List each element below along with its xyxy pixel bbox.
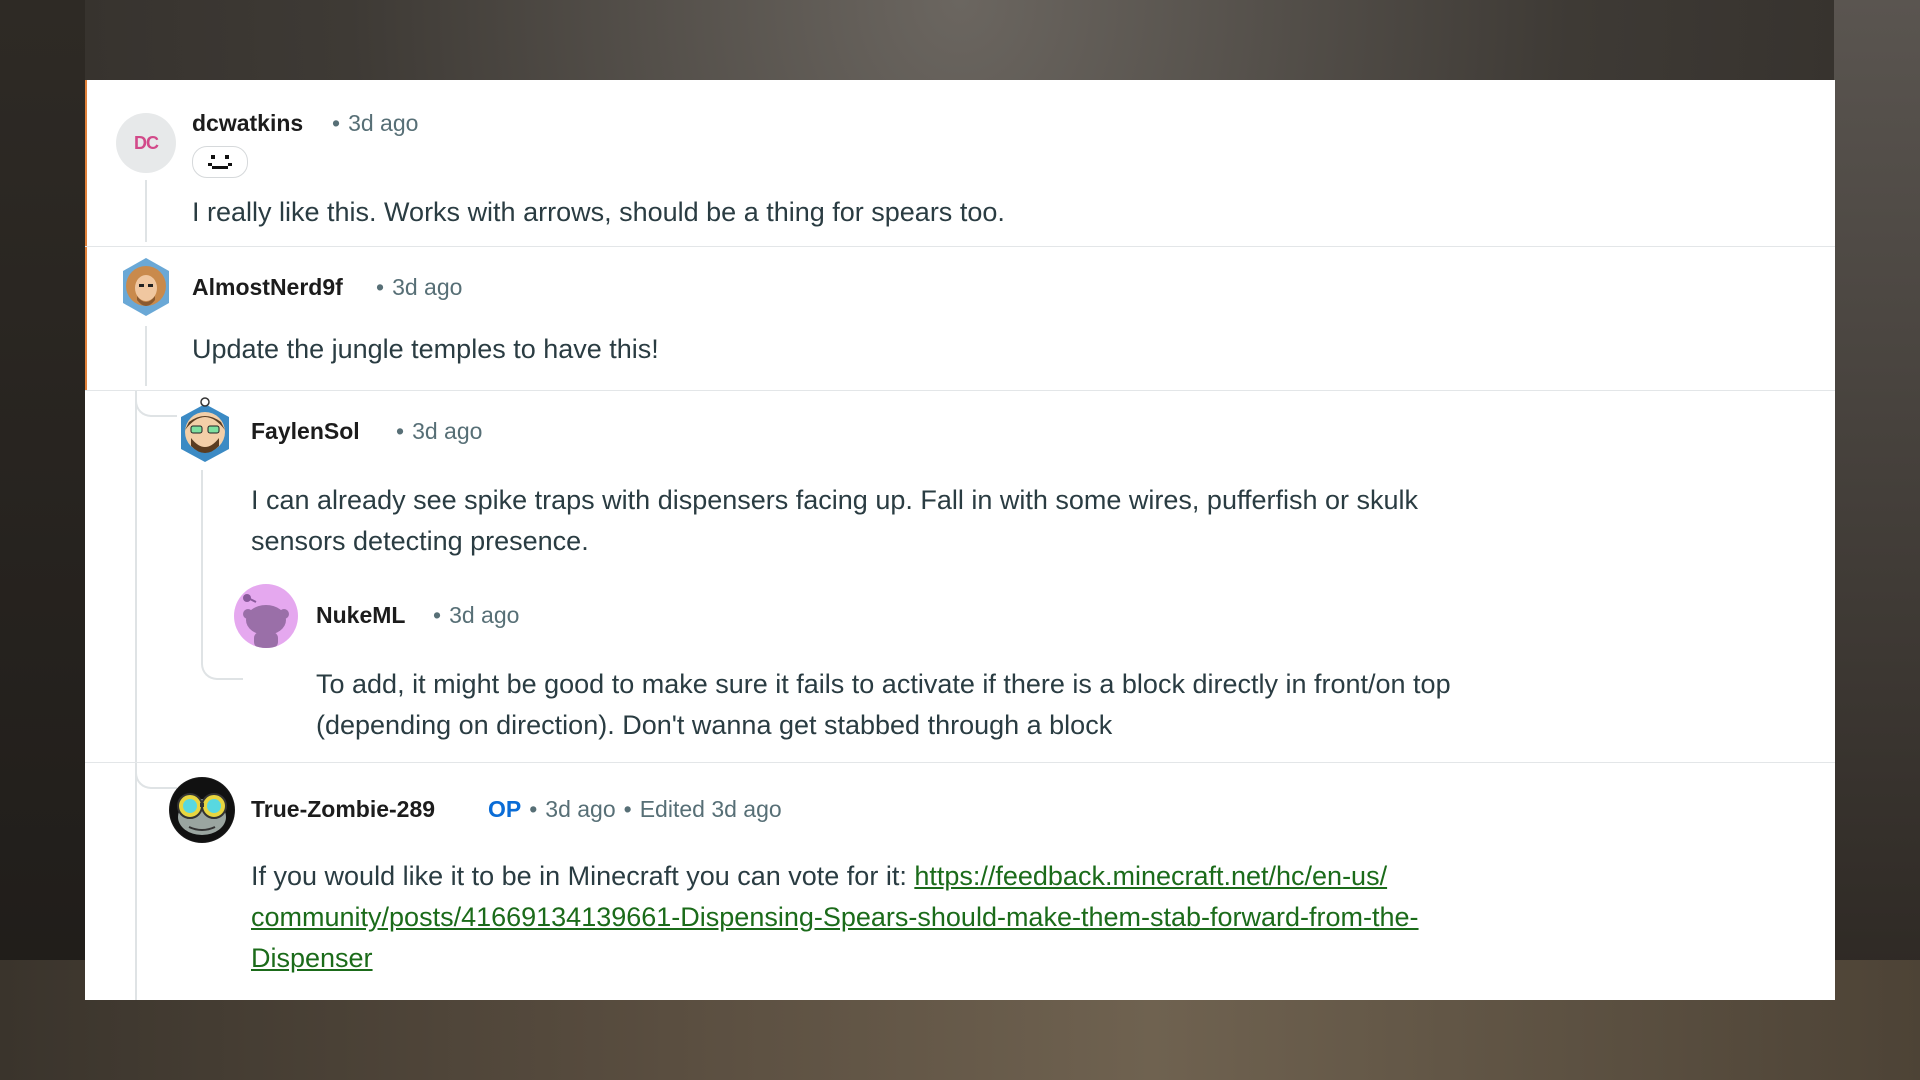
separator-dot: • xyxy=(433,602,442,628)
timestamp[interactable]: 3d ago xyxy=(545,796,615,822)
snoo-avatar-icon xyxy=(123,258,169,316)
comment-meta: • 3d ago xyxy=(425,602,519,629)
avatar[interactable] xyxy=(119,256,173,318)
comment-body-line: I can already see spike traps with dispe… xyxy=(251,485,1419,515)
comment-body: Update the jungle temples to have this! xyxy=(192,334,659,364)
thread-line[interactable] xyxy=(145,326,147,386)
zombie-avatar-icon xyxy=(170,778,234,842)
comment-text: If you would like it to be in Minecraft … xyxy=(251,861,915,891)
comment-meta: • 3d ago xyxy=(368,274,462,301)
feedback-link[interactable]: https://feedback.minecraft.net/hc/en-us/ xyxy=(914,861,1387,891)
username[interactable]: FaylenSol xyxy=(251,418,360,445)
background-left xyxy=(0,0,85,1080)
comment-body-line: community/posts/41669134139661-Dispensin… xyxy=(251,897,1651,938)
comment-body-line: If you would like it to be in Minecraft … xyxy=(251,856,1651,897)
feedback-link[interactable]: Dispenser xyxy=(251,943,373,973)
divider xyxy=(85,762,1835,763)
background-right xyxy=(1834,0,1920,1080)
timestamp[interactable]: 3d ago xyxy=(449,602,519,628)
separator-dot: • xyxy=(396,418,405,444)
username[interactable]: NukeML xyxy=(316,602,405,629)
feedback-link[interactable]: community/posts/41669134139661-Dispensin… xyxy=(251,902,1419,932)
divider xyxy=(85,246,1835,247)
thread-branch xyxy=(135,391,177,417)
timestamp[interactable]: 3d ago xyxy=(412,418,482,444)
timestamp[interactable]: 3d ago xyxy=(348,110,418,136)
thread-line[interactable] xyxy=(145,180,147,242)
edited-label: Edited 3d ago xyxy=(639,796,782,822)
op-badge: OP xyxy=(488,796,522,822)
comment-meta: • 3d ago xyxy=(324,110,418,137)
thread-branch xyxy=(135,763,177,789)
timestamp[interactable]: 3d ago xyxy=(392,274,462,300)
comment-meta: • 3d ago xyxy=(388,418,482,445)
comment-body-line: Dispenser xyxy=(251,938,1651,979)
face-flair-icon xyxy=(208,155,232,169)
separator-dot: • xyxy=(332,110,341,136)
comment-meta: OP • 3d ago • Edited 3d ago xyxy=(488,796,782,823)
comment-body: To add, it might be good to make sure it… xyxy=(316,664,1451,746)
comment-body-line: sensors detecting presence. xyxy=(251,526,589,556)
thread-line[interactable] xyxy=(201,470,203,660)
comment-body-line: To add, it might be good to make sure it… xyxy=(316,669,1451,699)
avatar[interactable] xyxy=(169,777,235,843)
avatar[interactable] xyxy=(234,584,298,648)
separator-dot: • xyxy=(529,796,538,822)
divider xyxy=(85,390,1835,391)
snoo-avatar-icon xyxy=(243,594,289,648)
comment-body: I can already see spike traps with dispe… xyxy=(251,480,1418,562)
username[interactable]: dcwatkins xyxy=(192,110,303,137)
snoo-avatar-icon xyxy=(181,397,229,462)
separator-dot: • xyxy=(623,796,632,822)
username[interactable]: AlmostNerd9f xyxy=(192,274,343,301)
avatar[interactable] xyxy=(177,396,233,464)
username[interactable]: True-Zombie-289 xyxy=(251,796,435,823)
comment-body-line: (depending on direction). Don't wanna ge… xyxy=(316,710,1113,740)
avatar[interactable]: DC xyxy=(116,113,176,173)
thread-branch xyxy=(201,640,243,680)
comment-body: If you would like it to be in Minecraft … xyxy=(251,856,1651,979)
avatar-logo: DC xyxy=(134,133,159,153)
thread-line[interactable] xyxy=(135,391,137,1000)
separator-dot: • xyxy=(376,274,385,300)
comment-body: I really like this. Works with arrows, s… xyxy=(192,197,1005,227)
comment-thread-card: DC dcwatkins • 3d ago I really like this.… xyxy=(85,80,1835,1000)
user-flair xyxy=(192,146,248,178)
